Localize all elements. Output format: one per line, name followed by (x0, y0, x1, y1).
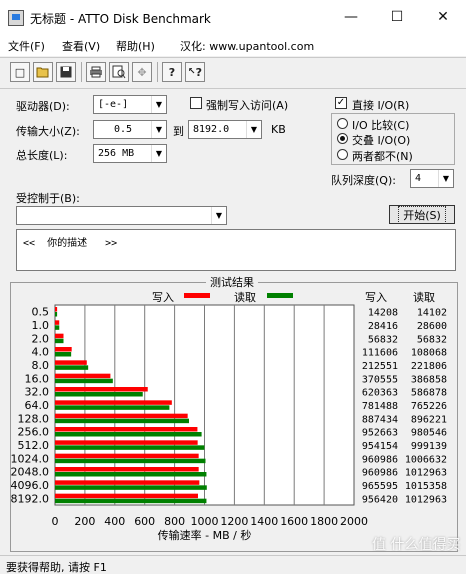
read-bar (55, 405, 170, 410)
watermark: 值 什么值得买 (372, 537, 461, 553)
write-value-label: 620363 (362, 388, 398, 399)
read-value-label: 1006632 (405, 454, 447, 465)
write-value-label: 14208 (368, 308, 398, 319)
read-value-label: 896221 (411, 414, 447, 425)
read-value-label: 980546 (411, 428, 447, 439)
read-bar (55, 352, 72, 357)
write-bar (55, 360, 87, 365)
write-value-label: 960986 (362, 454, 398, 465)
read-value-label: 586878 (411, 388, 447, 399)
y-tick-label: 8.0 (32, 359, 50, 372)
write-value-label: 56832 (368, 334, 398, 345)
read-value-label: 1015358 (405, 481, 447, 492)
x-tick-label: 400 (104, 515, 125, 528)
write-bar (55, 413, 188, 419)
read-bar (55, 325, 60, 330)
y-tick-label: 256.0 (18, 426, 50, 439)
write-bar (55, 373, 111, 379)
read-bar (55, 365, 89, 370)
write-value-label: 28416 (368, 321, 398, 332)
write-bar (55, 440, 198, 445)
write-bar (55, 453, 199, 459)
read-value-label: 765226 (411, 401, 447, 412)
write-value-label: 965595 (362, 481, 398, 492)
read-bar (55, 445, 205, 450)
write-value-label: 111606 (362, 348, 398, 359)
y-tick-label: 4096.0 (11, 479, 50, 492)
read-bar (55, 418, 189, 424)
write-bar (55, 467, 199, 472)
y-tick-label: 1.0 (32, 319, 50, 332)
read-value-label: 14102 (417, 308, 447, 319)
read-bar (55, 312, 58, 317)
x-tick-label: 0 (52, 515, 59, 528)
read-value-label: 1012963 (405, 468, 447, 479)
write-bar (55, 480, 200, 485)
x-tick-label: 1800 (310, 515, 338, 528)
read-value-label: 1012963 (405, 494, 447, 505)
write-value-label: 212551 (362, 361, 398, 372)
read-value-label: 28600 (417, 321, 447, 332)
y-tick-label: 64.0 (25, 399, 50, 412)
write-value-label: 954154 (362, 441, 398, 452)
y-tick-label: 8192.0 (11, 492, 50, 505)
write-value-label: 781488 (362, 401, 398, 412)
y-tick-label: 2.0 (32, 332, 50, 345)
read-bar (55, 458, 206, 464)
read-value-label: 999139 (411, 441, 447, 452)
y-tick-label: 0.5 (32, 306, 50, 319)
y-tick-label: 16.0 (25, 372, 50, 385)
read-bar (55, 392, 143, 397)
status-text: 要获得帮助, 请按 F1 (6, 561, 107, 574)
write-bar (55, 427, 198, 432)
x-tick-label: 1600 (280, 515, 308, 528)
x-tick-label: 1200 (220, 515, 248, 528)
x-tick-label: 1000 (191, 515, 219, 528)
read-value-label: 56832 (417, 334, 447, 345)
x-tick-label: 1400 (250, 515, 278, 528)
write-value-label: 956420 (362, 494, 398, 505)
write-value-label: 960986 (362, 468, 398, 479)
x-tick-label: 800 (164, 515, 185, 528)
read-value-label: 386858 (411, 374, 447, 385)
y-tick-label: 128.0 (18, 412, 50, 425)
write-value-label: 370555 (362, 374, 398, 385)
y-tick-label: 32.0 (25, 386, 50, 399)
write-value-label: 887434 (362, 414, 398, 425)
benchmark-chart: 0 200 400 600 800 1000 1200 1400 1600 1800 2000 传输速… (11, 304, 447, 542)
y-tick-label: 4.0 (32, 346, 50, 359)
read-bar (55, 378, 113, 384)
y-tick-label: 512.0 (18, 439, 50, 452)
x-axis-label: 传输速率 - MB / 秒 (158, 528, 252, 542)
x-tick-label: 2000 (340, 515, 368, 528)
read-bar (55, 472, 207, 477)
write-bar (55, 320, 60, 325)
read-value-label: 221806 (411, 361, 447, 372)
write-bar (55, 347, 72, 352)
y-tick-label: 2048.0 (11, 466, 50, 479)
read-bar (55, 432, 202, 437)
read-bar (55, 338, 64, 344)
y-tick-label: 1024.0 (11, 452, 50, 465)
read-bar (55, 498, 207, 504)
read-bar (55, 485, 207, 490)
x-tick-label: 600 (134, 515, 155, 528)
x-tick-label: 200 (74, 515, 95, 528)
write-bar (55, 307, 58, 312)
write-bar (55, 400, 172, 405)
write-bar (55, 387, 148, 392)
read-value-label: 108068 (411, 348, 447, 359)
write-value-label: 952663 (362, 428, 398, 439)
write-bar (55, 333, 64, 339)
write-bar (55, 493, 198, 499)
